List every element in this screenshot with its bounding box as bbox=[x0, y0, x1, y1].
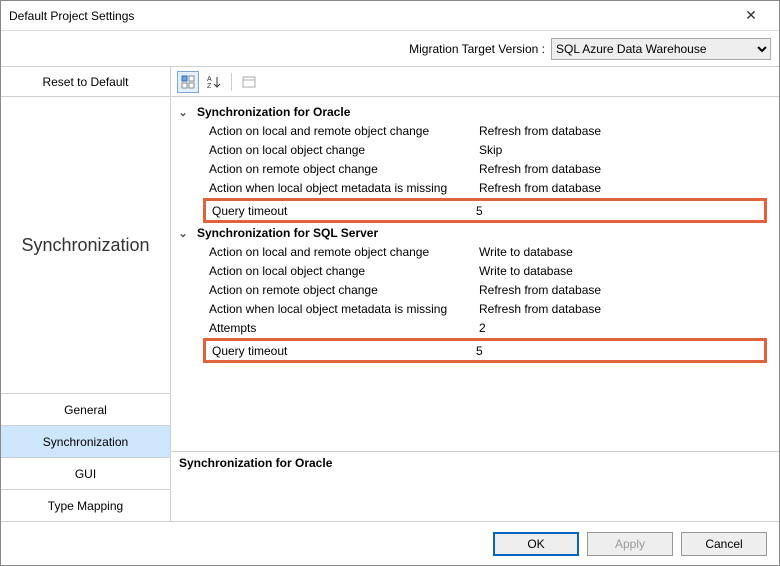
property-grid[interactable]: ⌄ Synchronization for Oracle Action on l… bbox=[171, 97, 779, 451]
close-icon[interactable]: ✕ bbox=[731, 7, 771, 24]
property-row[interactable]: Action when local object metadata is mis… bbox=[177, 299, 771, 318]
sort-az-icon: A Z bbox=[207, 75, 221, 89]
ok-button[interactable]: OK bbox=[493, 532, 579, 556]
chevron-down-icon[interactable]: ⌄ bbox=[177, 106, 189, 119]
window-title: Default Project Settings bbox=[9, 9, 731, 23]
property-pages-icon bbox=[242, 75, 256, 89]
property-row[interactable]: Action on local and remote object change… bbox=[177, 121, 771, 140]
tab-gui[interactable]: GUI bbox=[1, 457, 170, 489]
section-title: Synchronization for SQL Server bbox=[197, 226, 378, 240]
tab-general[interactable]: General bbox=[1, 393, 170, 425]
categorized-icon bbox=[181, 75, 195, 89]
property-row[interactable]: Action on local object changeWrite to da… bbox=[177, 261, 771, 280]
section-title: Synchronization for Oracle bbox=[197, 105, 350, 119]
svg-text:A: A bbox=[207, 76, 212, 83]
section-rows-oracle: Action on local and remote object change… bbox=[177, 121, 771, 223]
main-area: Reset to Default Synchronization General… bbox=[1, 67, 779, 521]
property-row[interactable]: Action on local and remote object change… bbox=[177, 242, 771, 261]
page-title: Synchronization bbox=[1, 97, 170, 393]
reset-to-default-button[interactable]: Reset to Default bbox=[1, 67, 170, 97]
section-rows-sqlserver: Action on local and remote object change… bbox=[177, 242, 771, 363]
section-header-oracle[interactable]: ⌄ Synchronization for Oracle bbox=[177, 103, 771, 121]
dialog-buttons: OK Apply Cancel bbox=[1, 521, 779, 565]
right-column: A Z ⌄ Synchronization bbox=[171, 67, 779, 521]
left-column: Reset to Default Synchronization General… bbox=[1, 67, 171, 521]
property-row-highlighted[interactable]: Query timeout5 bbox=[203, 338, 767, 363]
property-row[interactable]: Action on remote object changeRefresh fr… bbox=[177, 280, 771, 299]
apply-button: Apply bbox=[587, 532, 673, 556]
categorized-view-button[interactable] bbox=[177, 71, 199, 93]
tab-synchronization[interactable]: Synchronization bbox=[1, 425, 170, 457]
migration-target-row: Migration Target Version : SQL Azure Dat… bbox=[1, 31, 779, 67]
property-row[interactable]: Action when local object metadata is mis… bbox=[177, 178, 771, 197]
property-row-highlighted[interactable]: Query timeout5 bbox=[203, 198, 767, 223]
description-title: Synchronization for Oracle bbox=[179, 456, 771, 470]
dialog-window: Default Project Settings ✕ Migration Tar… bbox=[0, 0, 780, 566]
nav-tabs: General Synchronization GUI Type Mapping bbox=[1, 393, 170, 521]
chevron-down-icon[interactable]: ⌄ bbox=[177, 227, 189, 240]
tab-type-mapping[interactable]: Type Mapping bbox=[1, 489, 170, 521]
migration-target-select[interactable]: SQL Azure Data Warehouse bbox=[551, 38, 771, 60]
property-grid-toolbar: A Z bbox=[171, 67, 779, 97]
property-row[interactable]: Attempts2 bbox=[177, 318, 771, 337]
property-row[interactable]: Action on local object changeSkip bbox=[177, 140, 771, 159]
svg-text:Z: Z bbox=[207, 83, 212, 89]
alphabetical-view-button[interactable]: A Z bbox=[203, 71, 225, 93]
titlebar: Default Project Settings ✕ bbox=[1, 1, 779, 31]
cancel-button[interactable]: Cancel bbox=[681, 532, 767, 556]
toolbar-separator bbox=[231, 73, 232, 91]
migration-target-label: Migration Target Version : bbox=[409, 42, 545, 56]
section-header-sqlserver[interactable]: ⌄ Synchronization for SQL Server bbox=[177, 224, 771, 242]
property-row[interactable]: Action on remote object changeRefresh fr… bbox=[177, 159, 771, 178]
property-pages-button[interactable] bbox=[238, 71, 260, 93]
description-area: Synchronization for Oracle bbox=[171, 451, 779, 521]
